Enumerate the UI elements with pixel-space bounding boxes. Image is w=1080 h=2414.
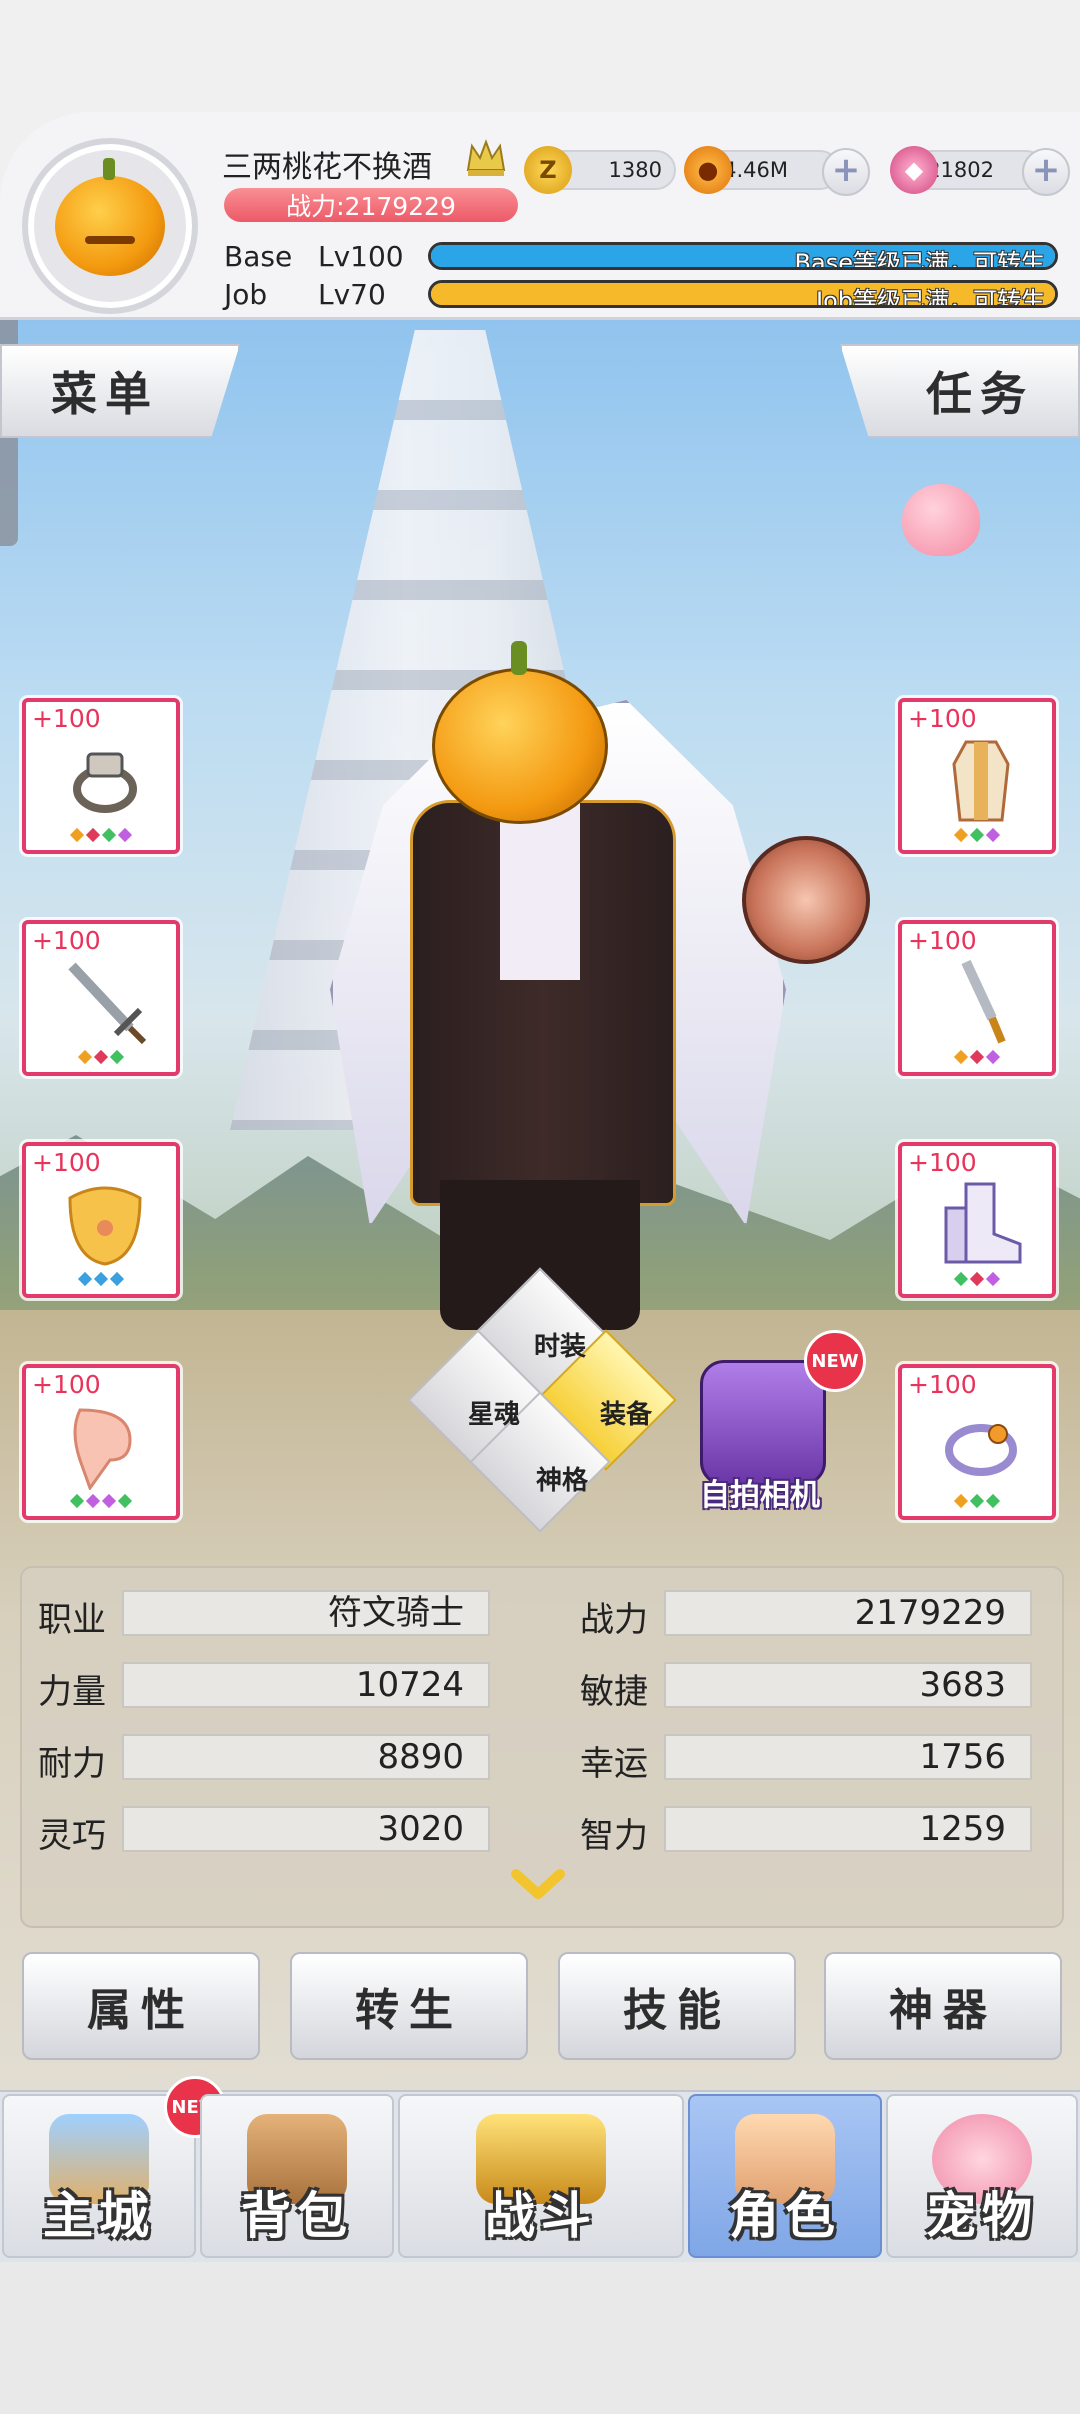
stat-value: 3020 [122, 1806, 490, 1852]
job-exp-bar: Job等级已满，可转生 [428, 280, 1058, 308]
player-name: 三两桃花不换酒 [222, 150, 432, 185]
nav-backpack[interactable]: 背包 [200, 2094, 394, 2258]
power-badge: 战力:2179229 [224, 188, 518, 222]
stat-label: 敏捷 [580, 1672, 648, 1712]
slot-level: +100 [908, 1370, 977, 1399]
divinity-label: 神格 [536, 1466, 589, 1496]
demon-eye-accessory [742, 836, 870, 964]
equip-slot-weapon[interactable]: +100 [22, 920, 180, 1076]
equip-slot-accessory-2[interactable]: +100 [898, 1364, 1056, 1520]
stat-value: 2179229 [664, 1590, 1032, 1636]
star-soul-label: 星魂 [468, 1400, 521, 1430]
stat-value: 3683 [664, 1662, 1032, 1708]
stat-label: 智力 [580, 1816, 648, 1856]
sword-icon [68, 962, 147, 1045]
slot-level: +100 [32, 704, 101, 733]
quest-button[interactable]: 任务 [840, 344, 1080, 438]
crown-icon [466, 139, 506, 176]
nav-pet[interactable]: 宠物 [886, 2094, 1078, 2258]
menu-button[interactable]: 菜单 [0, 344, 240, 438]
boots-icon [944, 1182, 1022, 1264]
skills-button[interactable]: 技能 [558, 1952, 796, 2060]
bracelet-icon [945, 1424, 1017, 1476]
zeny-value: 1380 [608, 158, 662, 182]
gold-coin-icon: ● [684, 146, 732, 194]
ring-icon [73, 752, 137, 813]
stat-label: 力量 [38, 1672, 106, 1712]
stat-label: 灵巧 [38, 1816, 106, 1856]
selfie-camera-icon[interactable] [700, 1360, 826, 1486]
slot-level: +100 [32, 926, 101, 955]
equip-slot-shoes[interactable]: +100 [898, 1142, 1056, 1298]
equip-slot-garment[interactable]: +100 [22, 1364, 180, 1520]
base-label: Base [224, 240, 293, 273]
stat-label: 耐力 [38, 1744, 106, 1784]
nav-label: 角色 [729, 2187, 841, 2245]
add-gold-button[interactable]: + [822, 148, 870, 196]
zeny-coin-icon: Z [524, 146, 572, 194]
equip-slot-armor[interactable]: +100 [898, 698, 1056, 854]
job-label: Job [224, 278, 268, 311]
stat-value: 1756 [664, 1734, 1032, 1780]
job-level: Lv70 [318, 278, 386, 311]
robe-armor-icon [952, 740, 1010, 822]
new-badge: NEW [804, 1330, 866, 1392]
nav-battle[interactable]: 战斗 [398, 2094, 684, 2258]
slot-level: +100 [32, 1148, 101, 1177]
slot-level: +100 [908, 704, 977, 733]
equipment-label: 装备 [600, 1400, 653, 1430]
equip-slot-accessory[interactable]: +100 [22, 1142, 180, 1298]
character-shirt [500, 800, 580, 980]
stat-label: 职业 [38, 1600, 106, 1640]
expand-chevron-icon[interactable] [510, 1866, 566, 1902]
stat-value: 符文骑士 [122, 1590, 490, 1636]
system-bottom-area [0, 2262, 1080, 2414]
artifact-button[interactable]: 神器 [824, 1952, 1062, 2060]
rebirth-button[interactable]: 转生 [290, 1952, 528, 2060]
base-exp-bar: Base等级已满，可转生 [428, 242, 1058, 270]
dagger-icon [961, 959, 1006, 1044]
nav-label: 主城 [43, 2187, 155, 2245]
scarf-icon [73, 1408, 132, 1490]
base-exp-status: Base等级已满，可转生 [794, 249, 1045, 270]
stat-value: 10724 [122, 1662, 490, 1708]
stat-value: 8890 [122, 1734, 490, 1780]
slot-level: +100 [908, 1148, 977, 1177]
pet-poring-icon[interactable] [902, 484, 980, 556]
selfie-camera-label[interactable]: 自拍相机 [700, 1470, 820, 1514]
nav-label: 战斗 [485, 2187, 597, 2245]
nav-label: 背包 [241, 2187, 353, 2245]
add-crystal-button[interactable]: + [1022, 148, 1070, 196]
job-exp-status: Job等级已满，可转生 [816, 287, 1045, 308]
slot-level: +100 [908, 926, 977, 955]
slot-level: +100 [32, 1370, 101, 1399]
costume-label: 时装 [534, 1332, 587, 1362]
character-pumpkin-head [432, 641, 608, 824]
bib-accessory-icon [68, 1186, 142, 1266]
stat-label: 战力 [580, 1600, 648, 1640]
player-avatar[interactable] [22, 138, 198, 314]
stat-value: 1259 [664, 1806, 1032, 1852]
nav-label: 宠物 [926, 2187, 1038, 2245]
equip-slot-ring[interactable]: +100 [22, 698, 180, 854]
pink-crystal-icon: ◆ [890, 146, 938, 194]
base-level: Lv100 [318, 240, 404, 273]
nav-character[interactable]: 角色 [688, 2094, 882, 2258]
stat-label: 幸运 [580, 1744, 648, 1784]
pumpkin-head-icon [55, 158, 165, 276]
attributes-button[interactable]: 属性 [22, 1952, 260, 2060]
equip-slot-offhand[interactable]: +100 [898, 920, 1056, 1076]
